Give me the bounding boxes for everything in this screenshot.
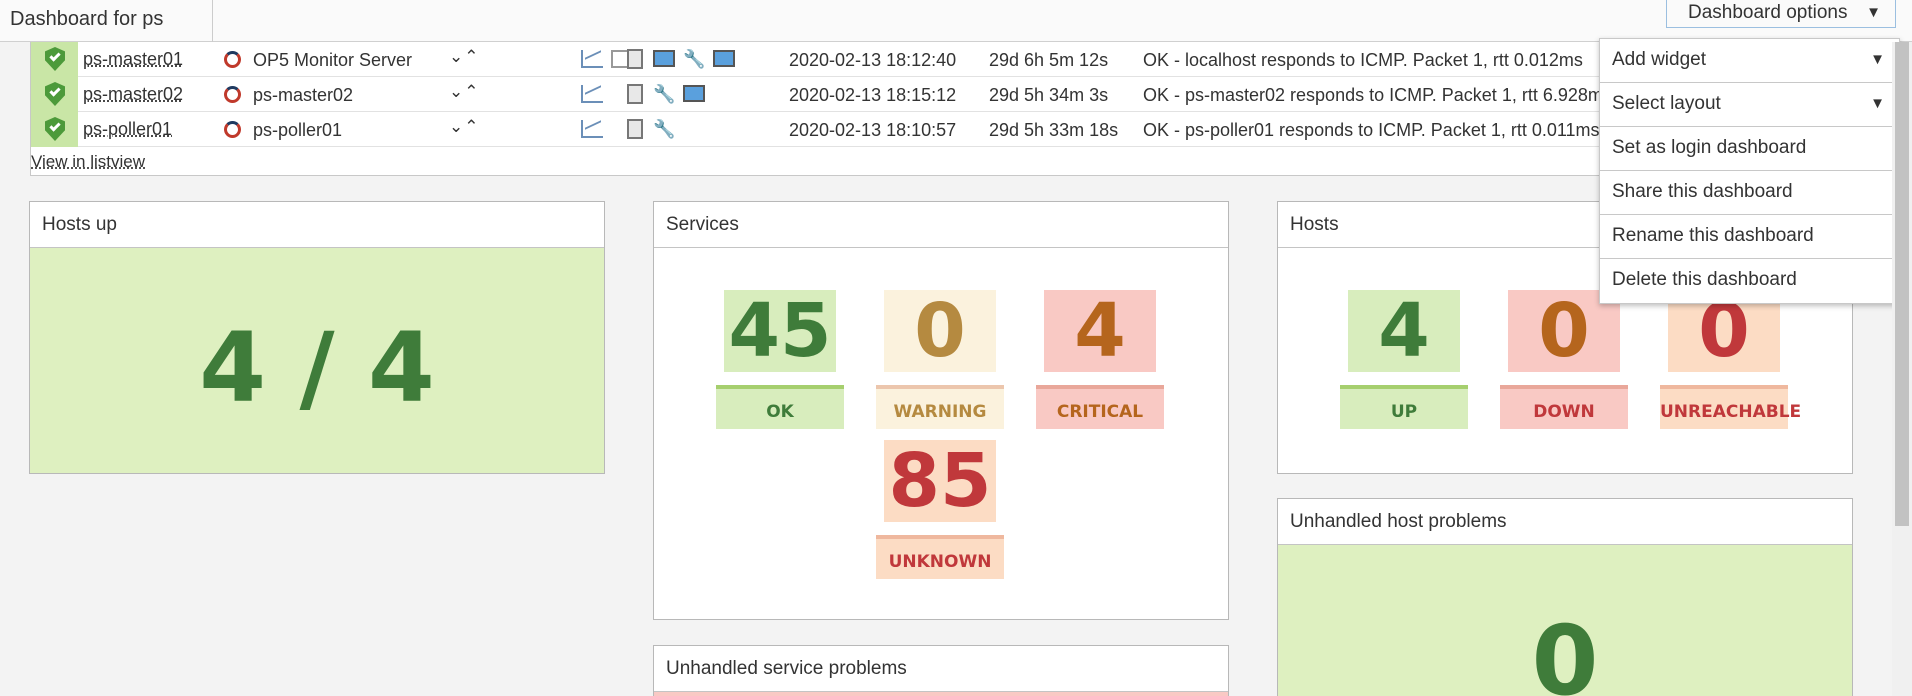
host-alias: OP5 Monitor Server <box>253 50 413 70</box>
duration: 29d 6h 5m 12s <box>989 50 1109 70</box>
page-title: Dashboard for ps <box>10 8 164 30</box>
hosts-unreachable-label[interactable]: UNREACHABLE <box>1660 385 1801 429</box>
menu-item-share[interactable]: Share this dashboard <box>1600 171 1899 215</box>
host-status-cell <box>31 77 78 112</box>
services-unknown-label[interactable]: UNKNOWN <box>876 535 1004 579</box>
status-information: OK - ps-master02 responds to ICMP. Packe… <box>1143 85 1612 105</box>
clipboard-icon[interactable] <box>627 49 643 69</box>
last-check: 2020-02-13 18:15:12 <box>789 85 957 105</box>
host-name-link[interactable]: ps-master01 <box>83 49 183 70</box>
shield-check-icon <box>45 47 65 71</box>
widget-title[interactable]: Hosts up <box>30 202 604 248</box>
dashboard-options-label: Dashboard options <box>1688 2 1848 23</box>
table-row: ps-master02 ps-master02 ⌄⌃ 🔧 2020-02-13 … <box>31 77 1612 112</box>
wrench-icon[interactable]: 🔧 <box>653 120 675 138</box>
widget-title[interactable]: Unhandled service problems <box>654 646 1228 692</box>
hosts-up-count[interactable]: 4 <box>1348 290 1460 372</box>
last-check: 2020-02-13 18:12:40 <box>789 50 957 70</box>
last-check: 2020-02-13 18:10:57 <box>789 120 957 140</box>
widget-body <box>654 692 1228 696</box>
view-in-listview-link[interactable]: View in listview <box>31 152 145 172</box>
menu-item-label: Rename this dashboard <box>1612 225 1814 246</box>
graph-icon[interactable] <box>581 50 603 68</box>
menu-item-rename[interactable]: Rename this dashboard <box>1600 215 1899 259</box>
widget-body: 0 <box>1278 545 1852 696</box>
clipboard-icon[interactable] <box>627 84 643 104</box>
host-alias: ps-poller01 <box>253 120 343 140</box>
services-critical-label[interactable]: CRITICAL <box>1036 385 1164 429</box>
widget-title[interactable]: Unhandled host problems <box>1278 499 1852 545</box>
clipboard-icon[interactable] <box>627 119 643 139</box>
chevron-down-icon: ▼ <box>1866 4 1881 21</box>
menu-item-select-layout[interactable]: Select layout ▼ <box>1600 83 1899 127</box>
duration: 29d 5h 34m 3s <box>989 85 1109 105</box>
status-information: OK - ps-poller01 responds to ICMP. Packe… <box>1143 120 1600 140</box>
menu-item-label: Add widget <box>1612 49 1707 70</box>
hosts-down-label[interactable]: DOWN <box>1500 385 1628 429</box>
services-ok-count[interactable]: 45 <box>724 290 836 372</box>
services-widget: Services 45 OK 0 WARNING 4 CRITICAL 85 U… <box>653 201 1229 620</box>
duration: 29d 5h 33m 18s <box>989 120 1119 140</box>
shield-check-icon <box>45 82 65 106</box>
host-alias: ps-master02 <box>253 85 354 105</box>
op5-logo-icon <box>224 51 241 68</box>
menu-item-label: Select layout <box>1612 93 1721 114</box>
divider <box>212 0 213 42</box>
unhandled-host-problems-value[interactable]: 0 <box>1278 605 1852 696</box>
scrollbar-thumb[interactable] <box>1895 42 1909 526</box>
widget-title[interactable]: Services <box>654 202 1228 248</box>
top-bar: Dashboard for ps <box>0 0 1912 42</box>
chevron-down-icon: ▼ <box>1870 95 1885 112</box>
widget-body: 4 / 4 <box>30 248 604 473</box>
wrench-icon[interactable]: 🔧 <box>683 50 705 68</box>
host-name-link[interactable]: ps-poller01 <box>83 119 172 140</box>
table-row: ps-master01 OP5 Monitor Server ⌄⌃ 🔧 2020… <box>31 42 1599 77</box>
services-critical-count[interactable]: 4 <box>1044 290 1156 372</box>
dashboard-options-button[interactable]: Dashboard options ▼ <box>1666 0 1896 28</box>
graph-icon[interactable] <box>581 85 603 103</box>
host-name-link[interactable]: ps-master02 <box>83 84 183 105</box>
menu-item-set-login[interactable]: Set as login dashboard <box>1600 127 1899 171</box>
menu-item-delete[interactable]: Delete this dashboard <box>1600 259 1899 303</box>
services-ok-label[interactable]: OK <box>716 385 844 429</box>
services-warning-count[interactable]: 0 <box>884 290 996 372</box>
vertical-scrollbar[interactable] <box>1892 42 1912 696</box>
menu-item-add-widget[interactable]: Add widget ▼ <box>1600 39 1899 83</box>
services-warning-label[interactable]: WARNING <box>876 385 1004 429</box>
menu-item-label: Delete this dashboard <box>1612 269 1797 290</box>
expand-collapse-icon[interactable]: ⌄⌃ <box>449 82 480 102</box>
hosts-up-value[interactable]: 4 / 4 <box>30 312 604 424</box>
table-row: ps-poller01 ps-poller01 ⌄⌃ 🔧 2020-02-13 … <box>31 112 1600 147</box>
wrench-icon[interactable]: 🔧 <box>653 85 675 103</box>
graph-icon[interactable] <box>581 120 603 138</box>
expand-collapse-icon[interactable]: ⌄⌃ <box>449 47 480 67</box>
menu-item-label: Set as login dashboard <box>1612 137 1807 158</box>
hosts-table: ps-master01 OP5 Monitor Server ⌄⌃ 🔧 2020… <box>30 42 1612 176</box>
shield-check-icon <box>45 117 65 141</box>
expand-collapse-icon[interactable]: ⌄⌃ <box>449 117 480 137</box>
computer-icon[interactable] <box>653 50 675 67</box>
services-unknown-count[interactable]: 85 <box>884 440 996 522</box>
host-status-cell <box>31 42 78 77</box>
host-status-cell <box>31 112 78 147</box>
computer-icon[interactable] <box>713 50 735 67</box>
dashboard-options-menu: Add widget ▼ Select layout ▼ Set as logi… <box>1599 38 1900 304</box>
unhandled-service-problems-widget: Unhandled service problems <box>653 645 1229 696</box>
hosts-up-widget: Hosts up 4 / 4 <box>29 201 605 474</box>
unhandled-host-problems-widget: Unhandled host problems 0 <box>1277 498 1853 696</box>
hosts-up-label[interactable]: UP <box>1340 385 1468 429</box>
chevron-down-icon: ▼ <box>1870 51 1885 68</box>
computer-icon[interactable] <box>683 85 705 102</box>
status-information: OK - localhost responds to ICMP. Packet … <box>1143 50 1583 70</box>
op5-logo-icon <box>224 86 241 103</box>
menu-item-label: Share this dashboard <box>1612 181 1793 202</box>
op5-logo-icon <box>224 121 241 138</box>
